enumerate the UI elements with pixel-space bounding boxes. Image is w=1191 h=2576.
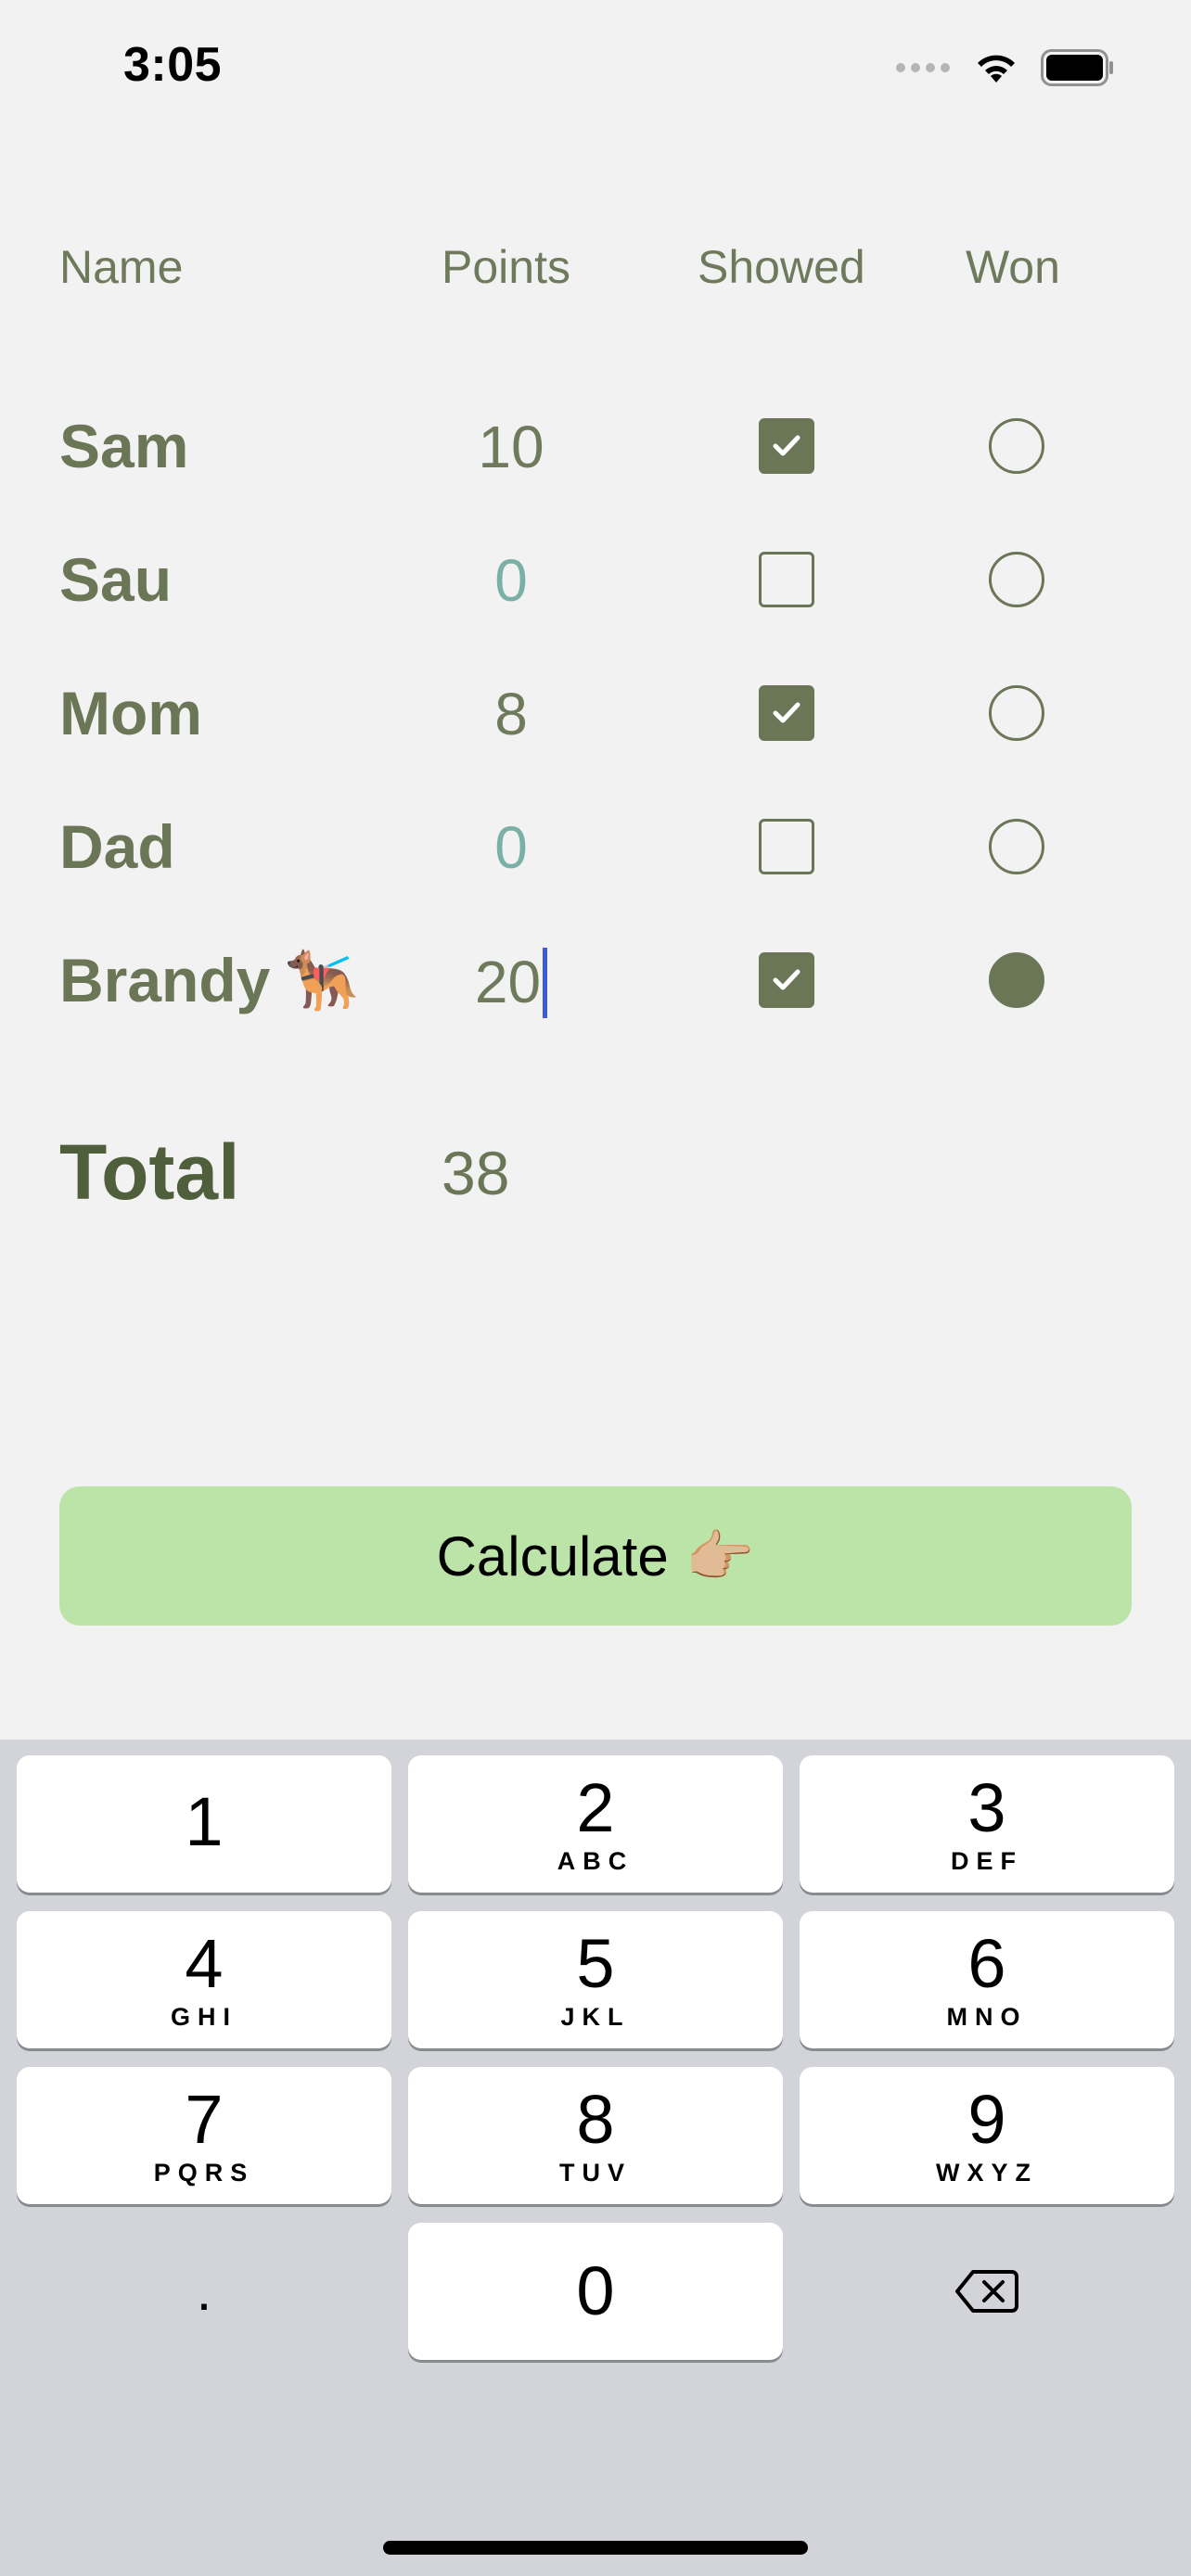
screen: 3:05 Name Points Showed Won Sam 10 Sau 0 bbox=[0, 0, 1191, 2576]
home-indicator bbox=[383, 2541, 808, 2555]
player-name: Sau bbox=[59, 545, 173, 614]
key-decimal[interactable]: . bbox=[17, 2223, 391, 2360]
won-radio[interactable] bbox=[989, 552, 1044, 607]
player-row: Brandy 🐕‍🦺 20 bbox=[0, 929, 1191, 1031]
number-keypad: 1 2 ABC 3 DEF 4 GHI 5 JKL 6 MNO 7 PQRS 8 bbox=[0, 1740, 1191, 2576]
header-points: Points bbox=[442, 241, 570, 293]
player-name: Mom bbox=[59, 679, 202, 747]
key-digit: . bbox=[196, 2260, 212, 2322]
key-letters: DEF bbox=[951, 1847, 1023, 1875]
key-letters: TUV bbox=[559, 2159, 632, 2187]
delete-backward-icon bbox=[955, 2270, 1018, 2313]
status-icons bbox=[896, 46, 1115, 89]
header-showed: Showed bbox=[698, 241, 865, 293]
key-letters: MNO bbox=[946, 2003, 1028, 2031]
won-radio[interactable] bbox=[989, 952, 1044, 1008]
key-digit: 1 bbox=[185, 1783, 224, 1860]
points-field-active[interactable]: 20 bbox=[427, 948, 596, 1022]
status-time: 3:05 bbox=[123, 38, 223, 92]
won-radio[interactable] bbox=[989, 685, 1044, 741]
checkmark-icon bbox=[773, 702, 800, 723]
showed-checkbox[interactable] bbox=[759, 819, 814, 874]
player-row: Dad 0 bbox=[0, 796, 1191, 898]
points-field[interactable]: 0 bbox=[427, 551, 596, 610]
key-letters: ABC bbox=[557, 1847, 634, 1875]
cellular-signal-icon bbox=[896, 63, 950, 72]
player-name: Brandy 🐕‍🦺 bbox=[59, 946, 360, 1014]
key-digit: 3 bbox=[967, 1769, 1006, 1846]
showed-checkbox[interactable] bbox=[759, 685, 814, 741]
key-digit: 6 bbox=[967, 1925, 1006, 2002]
battery-icon bbox=[1041, 49, 1113, 86]
showed-checkbox[interactable] bbox=[759, 952, 814, 1008]
pointing-hand-icon: 👉🏼 bbox=[685, 1524, 755, 1588]
showed-checkbox[interactable] bbox=[759, 418, 814, 474]
key-2[interactable]: 2 ABC bbox=[408, 1755, 783, 1893]
player-name: Sam bbox=[59, 412, 189, 480]
won-radio[interactable] bbox=[989, 819, 1044, 874]
key-letters: PQRS bbox=[153, 2159, 255, 2187]
key-3[interactable]: 3 DEF bbox=[800, 1755, 1174, 1893]
key-6[interactable]: 6 MNO bbox=[800, 1911, 1174, 2048]
key-letters: GHI bbox=[170, 2003, 237, 2031]
key-1[interactable]: 1 bbox=[17, 1755, 391, 1893]
player-row: Sau 0 bbox=[0, 529, 1191, 631]
points-field[interactable]: 8 bbox=[427, 684, 596, 744]
showed-checkbox[interactable] bbox=[759, 552, 814, 607]
key-9[interactable]: 9 WXYZ bbox=[800, 2067, 1174, 2204]
total-label: Total bbox=[59, 1129, 240, 1216]
key-letters: WXYZ bbox=[936, 2159, 1038, 2187]
key-5[interactable]: 5 JKL bbox=[408, 1911, 783, 2048]
key-digit: 9 bbox=[967, 2081, 1006, 2158]
points-field[interactable]: 0 bbox=[427, 818, 596, 877]
calculate-label: Calculate bbox=[436, 1524, 669, 1588]
points-field[interactable]: 10 bbox=[427, 417, 596, 477]
key-digit: 5 bbox=[576, 1925, 615, 2002]
key-digit: 8 bbox=[576, 2081, 615, 2158]
player-row: Mom 8 bbox=[0, 662, 1191, 764]
checkmark-icon bbox=[773, 435, 800, 456]
checkmark-icon bbox=[773, 969, 800, 990]
calculate-button[interactable]: Calculate 👉🏼 bbox=[59, 1486, 1132, 1626]
header-won: Won bbox=[966, 241, 1060, 293]
player-name: Dad bbox=[59, 812, 175, 881]
key-7[interactable]: 7 PQRS bbox=[17, 2067, 391, 2204]
total-value: 38 bbox=[442, 1139, 510, 1207]
won-radio[interactable] bbox=[989, 418, 1044, 474]
text-caret bbox=[543, 948, 548, 1018]
key-digit: 0 bbox=[576, 2252, 615, 2329]
key-0[interactable]: 0 bbox=[408, 2223, 783, 2360]
service-dog-icon: 🐕‍🦺 bbox=[285, 947, 360, 1014]
key-digit: 7 bbox=[185, 2081, 224, 2158]
wifi-icon bbox=[978, 55, 1015, 83]
delete-key[interactable] bbox=[800, 2223, 1174, 2360]
key-digit: 4 bbox=[185, 1925, 224, 2002]
header-name: Name bbox=[59, 241, 184, 293]
key-letters: JKL bbox=[560, 2003, 631, 2031]
key-8[interactable]: 8 TUV bbox=[408, 2067, 783, 2204]
key-4[interactable]: 4 GHI bbox=[17, 1911, 391, 2048]
player-row: Sam 10 bbox=[0, 395, 1191, 497]
key-digit: 2 bbox=[576, 1769, 615, 1846]
